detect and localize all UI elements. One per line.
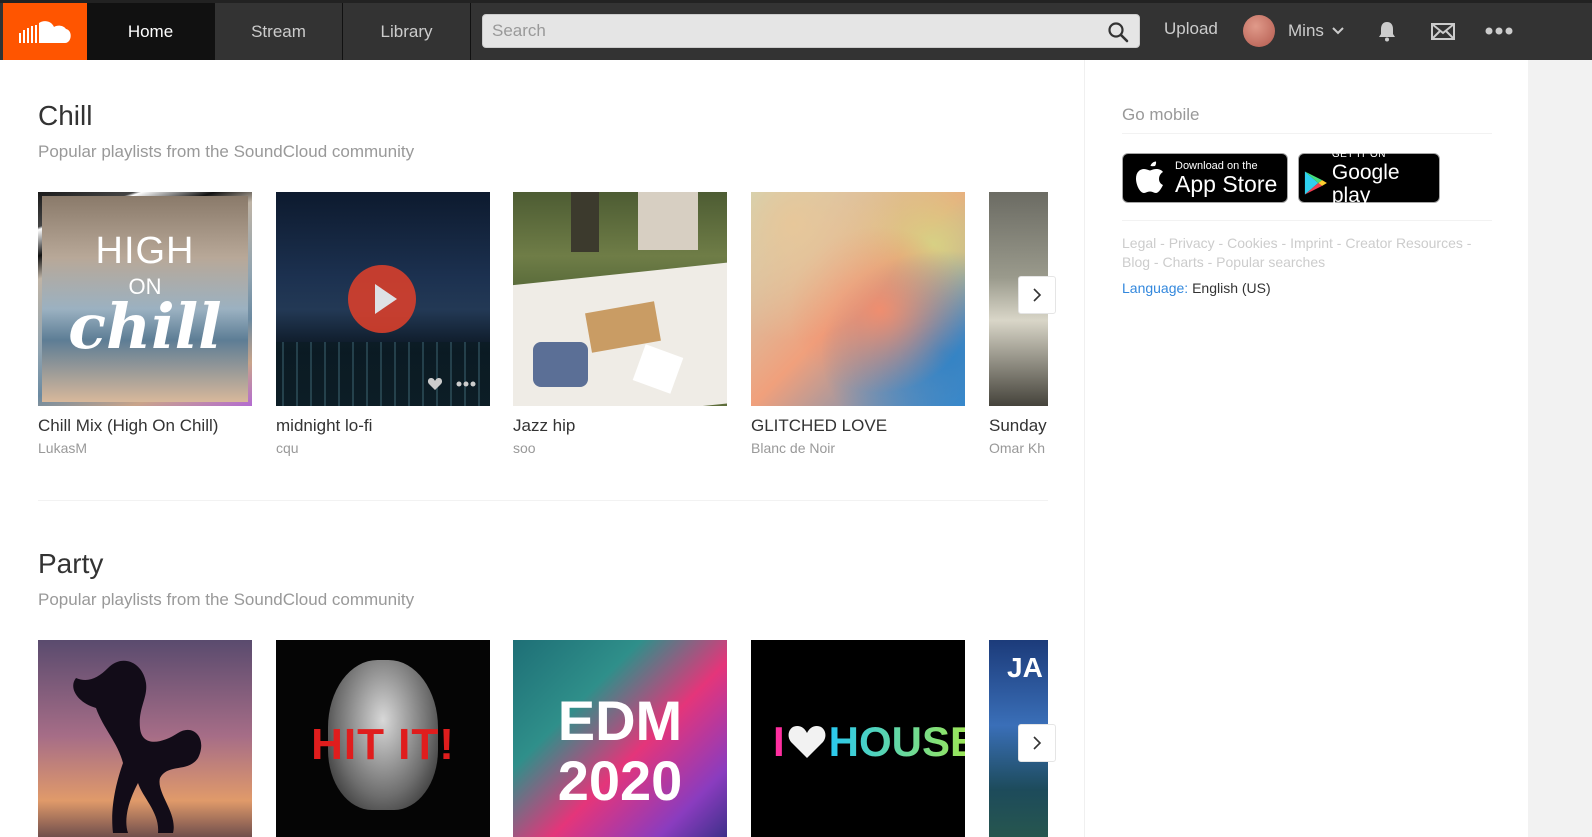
- playlist-artwork[interactable]: EDM 2020: [513, 640, 727, 837]
- playlist-card[interactable]: midnight lo-fi cqu: [276, 192, 490, 456]
- section-chill: Chill Popular playlists from the SoundCl…: [38, 100, 1048, 540]
- section-party: Party Popular playlists from the SoundCl…: [38, 548, 1048, 837]
- playlist-title[interactable]: GLITCHED LOVE: [751, 416, 965, 436]
- language-selector[interactable]: Language: English (US): [1122, 280, 1271, 296]
- playlist-card[interactable]: GLITCHED LOVE Blanc de Noir: [751, 192, 965, 456]
- chevron-right-icon: [1033, 288, 1042, 302]
- playlist-card[interactable]: Sunday Omar Kh: [989, 192, 1048, 456]
- search-box: [482, 14, 1140, 48]
- section-title: Party: [38, 548, 104, 579]
- playlist-artwork[interactable]: [276, 192, 490, 406]
- playlist-card[interactable]: I HOUSE: [751, 640, 965, 837]
- sidebar-divider: [1122, 133, 1492, 134]
- search-input[interactable]: [483, 15, 1103, 47]
- section-subtitle: Popular playlists from the SoundCloud co…: [38, 142, 415, 161]
- playlist-card[interactable]: Jazz hip soo: [513, 192, 727, 456]
- saxophone-silhouette-icon: [73, 660, 202, 833]
- playlist-card[interactable]: HIGH ON chill Chill Mix (High On Chill) …: [38, 192, 252, 456]
- playlist-artwork[interactable]: I HOUSE: [751, 640, 965, 837]
- top-header: Home Stream Library Upload Mins: [0, 0, 1592, 60]
- chevron-down-icon: [1332, 27, 1344, 35]
- playlist-carousel: HIGH ON chill Chill Mix (High On Chill) …: [38, 192, 1048, 492]
- privacy-link[interactable]: Privacy: [1169, 235, 1215, 251]
- username: Mins: [1288, 21, 1324, 40]
- art-text-high: HIGH: [95, 230, 195, 272]
- section-title: Chill: [38, 100, 93, 131]
- app-store-badge[interactable]: Download on the App Store: [1122, 153, 1288, 203]
- tab-home-label: Home: [127, 21, 174, 41]
- google-play-small-text: GET IT ON: [1331, 149, 1386, 160]
- art-text-ja: JA: [1007, 652, 1043, 683]
- heart-icon[interactable]: [427, 377, 443, 391]
- more-icon[interactable]: [1484, 18, 1516, 44]
- playlist-title[interactable]: midnight lo-fi: [276, 416, 490, 436]
- legal-link[interactable]: Legal: [1122, 235, 1156, 251]
- google-play-big-text: Google play: [1331, 161, 1400, 207]
- soundcloud-logo-icon[interactable]: [3, 3, 87, 60]
- main-column: Chill Popular playlists from the SoundCl…: [0, 60, 1085, 837]
- playlist-title[interactable]: Jazz hip: [513, 416, 727, 436]
- playlist-user[interactable]: LukasM: [38, 440, 252, 456]
- user-menu[interactable]: Mins: [1243, 14, 1344, 48]
- playlist-artwork[interactable]: HIT IT!: [276, 640, 490, 837]
- page-content: Chill Popular playlists from the SoundCl…: [0, 60, 1528, 837]
- playlist-carousel: HIT IT! EDM 2020 I HOUSE JA: [38, 640, 1048, 837]
- upload-link[interactable]: Upload: [1164, 19, 1218, 39]
- playlist-artwork[interactable]: [751, 192, 965, 406]
- playlist-card[interactable]: HIT IT!: [276, 640, 490, 837]
- art-text-edm: EDM: [557, 689, 683, 752]
- cookies-link[interactable]: Cookies: [1227, 235, 1278, 251]
- tab-library[interactable]: Library: [343, 3, 471, 60]
- heart-icon: [788, 726, 826, 758]
- charts-link[interactable]: Charts: [1162, 254, 1203, 270]
- imprint-link[interactable]: Imprint: [1290, 235, 1333, 251]
- page-side-gutter: [1528, 60, 1592, 837]
- tab-stream[interactable]: Stream: [215, 3, 343, 60]
- more-icon[interactable]: [456, 380, 476, 388]
- art-text-chill: chill: [68, 290, 222, 363]
- playlist-card[interactable]: EDM 2020: [513, 640, 727, 837]
- carousel-next-button[interactable]: [1018, 276, 1056, 314]
- playlist-artwork[interactable]: [38, 640, 252, 837]
- tab-library-label: Library: [380, 21, 433, 41]
- playlist-card[interactable]: [38, 640, 252, 837]
- art-text-i-love-house: I HOUSE: [773, 718, 965, 766]
- playlist-user[interactable]: soo: [513, 440, 727, 456]
- google-play-badge[interactable]: GET IT ON Google play: [1298, 149, 1440, 207]
- art-text-house: HOUSE: [829, 718, 965, 766]
- blog-link[interactable]: Blog: [1122, 254, 1150, 270]
- mail-icon[interactable]: [1430, 18, 1456, 44]
- art-text-hit: HIT IT!: [311, 720, 455, 769]
- playlist-user[interactable]: cqu: [276, 440, 490, 456]
- bell-icon[interactable]: [1374, 18, 1400, 44]
- playlist-artwork[interactable]: [513, 192, 727, 406]
- apple-icon: [1136, 161, 1163, 193]
- sidebar-divider: [1122, 220, 1492, 221]
- google-play-icon: [1304, 171, 1327, 195]
- play-icon[interactable]: [348, 265, 416, 333]
- tab-stream-label: Stream: [251, 21, 306, 41]
- chevron-right-icon: [1033, 736, 1042, 750]
- popular-searches-link[interactable]: Popular searches: [1216, 254, 1325, 270]
- creator-resources-link[interactable]: Creator Resources: [1345, 235, 1463, 251]
- avatar: [1243, 15, 1275, 47]
- playlist-title[interactable]: Chill Mix (High On Chill): [38, 416, 252, 436]
- tab-home[interactable]: Home: [87, 3, 215, 60]
- search-icon[interactable]: [1107, 21, 1129, 43]
- language-value: English (US): [1192, 280, 1271, 296]
- app-store-small-text: Download on the: [1175, 159, 1258, 172]
- legal-links: Legal - Privacy - Cookies - Imprint - Cr…: [1122, 235, 1472, 270]
- art-text-2020: 2020: [557, 749, 683, 812]
- app-store-big-text: App Store: [1175, 170, 1278, 197]
- language-label: Language:: [1122, 280, 1189, 296]
- carousel-next-button[interactable]: [1018, 724, 1056, 762]
- go-mobile-heading: Go mobile: [1122, 105, 1200, 124]
- art-text-i: I: [773, 718, 785, 765]
- section-divider: [38, 500, 1048, 501]
- playlist-user[interactable]: Blanc de Noir: [751, 440, 965, 456]
- playlist-title[interactable]: Sunday: [989, 416, 1048, 436]
- playlist-artwork[interactable]: HIGH ON chill: [38, 192, 252, 406]
- section-subtitle: Popular playlists from the SoundCloud co…: [38, 590, 415, 609]
- playlist-user[interactable]: Omar Kh: [989, 440, 1048, 456]
